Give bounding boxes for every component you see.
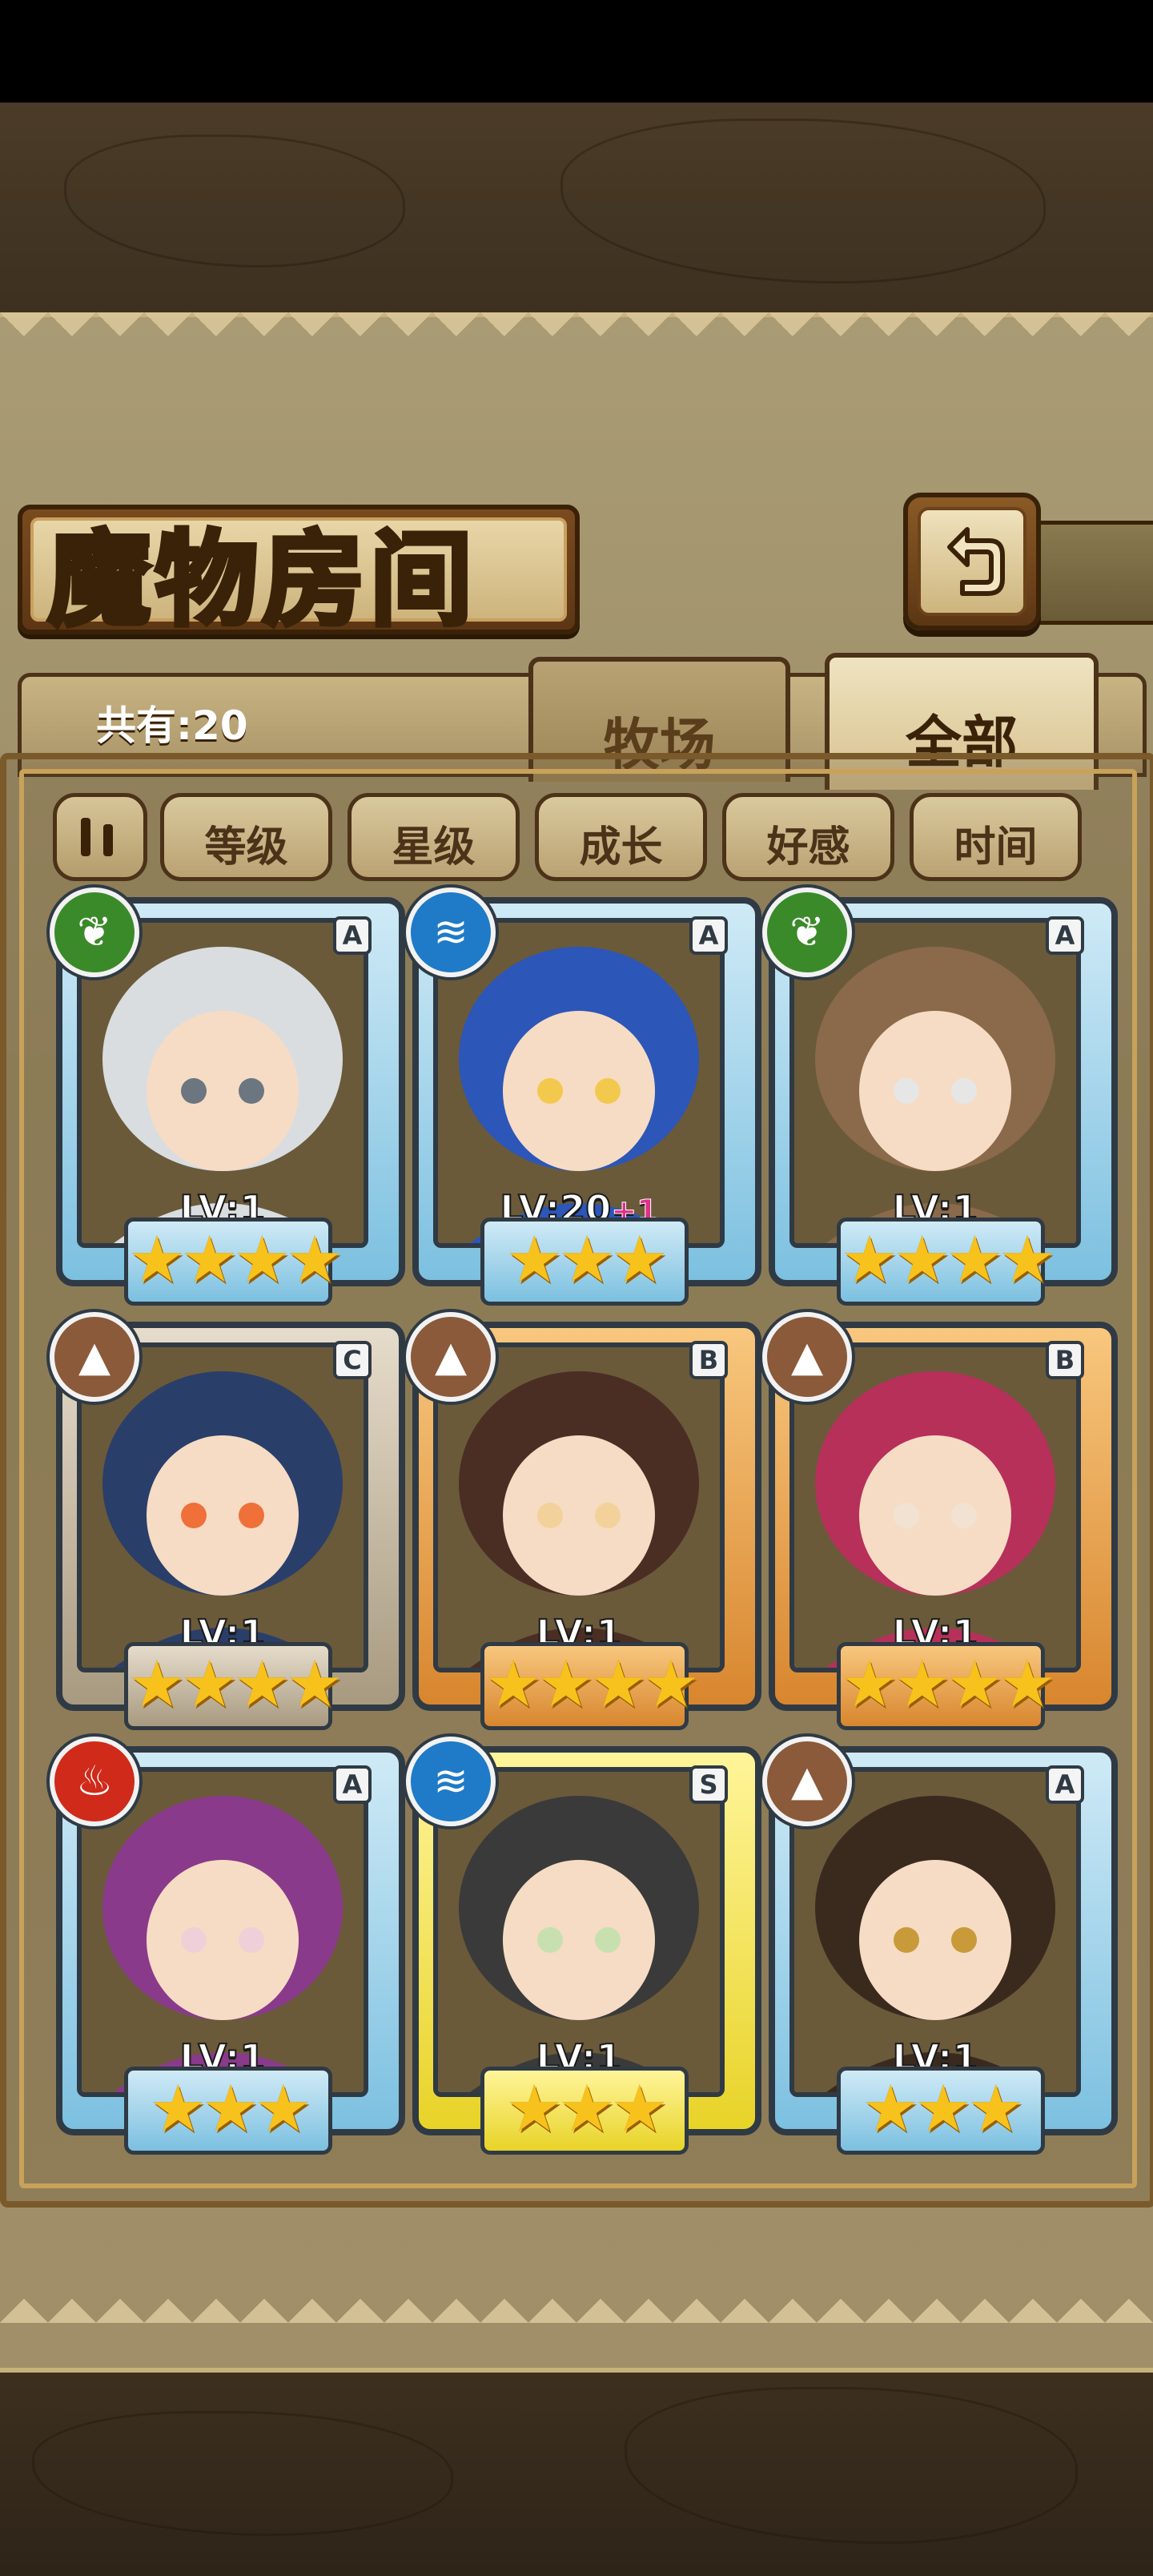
back-arrow-icon [947, 527, 1005, 596]
monster-card[interactable]: LV:1 C ▲ ★★★★ [50, 1312, 405, 1730]
panel-zigzag-top [0, 312, 1153, 360]
rank-badge: A [1046, 1765, 1084, 1804]
earth-icon: ▲ [762, 1312, 852, 1402]
star-icons: ★★★ [505, 2071, 668, 2146]
rank-badge: A [333, 1765, 372, 1804]
star-icons: ★★★ [862, 2071, 1024, 2146]
grass-icon: ❦ [762, 888, 852, 977]
star-rating: ★★★★ [837, 1218, 1056, 1306]
sort-button-affection[interactable]: 好感 [722, 793, 894, 881]
star-rating: ★★★★ [124, 1218, 343, 1306]
rank-badge: B [689, 1341, 728, 1379]
rank-badge: B [1046, 1341, 1084, 1379]
sort-toggle-button[interactable] [53, 793, 147, 881]
status-bar [0, 0, 1153, 103]
star-rating: ★★★ [837, 2067, 1045, 2155]
back-strip [1025, 521, 1153, 625]
star-icons: ★★★★ [841, 1647, 1056, 1721]
star-rating: ★★★ [480, 2067, 689, 2155]
rank-badge: C [333, 1341, 372, 1379]
water-icon: ≋ [406, 1737, 496, 1826]
water-icon: ≋ [406, 888, 496, 977]
star-rating: ★★★ [124, 2067, 332, 2155]
sort-button-label: 成长 [579, 823, 663, 871]
rank-badge: A [1046, 916, 1084, 955]
rank-badge: S [689, 1765, 728, 1804]
rank-badge: A [689, 916, 728, 955]
sort-button-label: 等级 [204, 823, 288, 871]
monster-card[interactable]: LV:1 A ❦ ★★★★ [50, 888, 405, 1306]
map-background-top [0, 103, 1153, 320]
monster-card[interactable]: LV:1 S ≋ ★★★ [406, 1737, 761, 2155]
star-icons: ★★★★ [484, 1647, 700, 1721]
star-rating: ★★★★ [480, 1642, 700, 1730]
sort-button-label: 星级 [392, 823, 476, 871]
monster-card[interactable]: LV:1 A ❦ ★★★★ [762, 888, 1118, 1306]
sort-button-label: 时间 [954, 823, 1038, 871]
sort-toggle-icon [81, 818, 90, 856]
monster-card[interactable]: LV:1 B ▲ ★★★★ [762, 1312, 1118, 1730]
earth-icon: ▲ [406, 1312, 496, 1402]
sort-toggle-icon-bar [103, 824, 113, 856]
panel-zigzag-bottom [0, 2275, 1153, 2323]
sort-button-stars[interactable]: 星级 [348, 793, 520, 881]
page-title: 魔物房间 [46, 517, 478, 642]
star-icons: ★★★ [505, 1222, 668, 1297]
sort-button-level[interactable]: 等级 [160, 793, 332, 881]
sort-button-growth[interactable]: 成长 [535, 793, 707, 881]
rank-badge: A [333, 916, 372, 955]
monster-card[interactable]: LV:1 A ♨ ★★★ [50, 1737, 405, 2155]
fire-icon: ♨ [50, 1737, 139, 1826]
sort-button-time[interactable]: 时间 [910, 793, 1082, 881]
star-icons: ★★★ [149, 2071, 311, 2146]
star-icons: ★★★★ [128, 1222, 343, 1297]
monster-count: 共有:20 [96, 702, 248, 749]
grass-icon: ❦ [50, 888, 139, 977]
star-icons: ★★★★ [128, 1647, 343, 1721]
star-rating: ★★★★ [124, 1642, 343, 1730]
star-icons: ★★★★ [841, 1222, 1056, 1297]
star-rating: ★★★ [480, 1218, 689, 1306]
earth-icon: ▲ [762, 1737, 852, 1826]
back-button[interactable] [903, 493, 1041, 630]
earth-icon: ▲ [50, 1312, 139, 1402]
monster-card[interactable]: LV:1 A ▲ ★★★ [762, 1737, 1118, 2155]
monster-card[interactable]: LV:1 B ▲ ★★★★ [406, 1312, 761, 1730]
star-rating: ★★★★ [837, 1642, 1056, 1730]
map-background-bottom [0, 2363, 1153, 2576]
monster-card[interactable]: LV:20+1 A ≋ ★★★ [406, 888, 761, 1306]
sort-button-label: 好感 [766, 823, 850, 871]
